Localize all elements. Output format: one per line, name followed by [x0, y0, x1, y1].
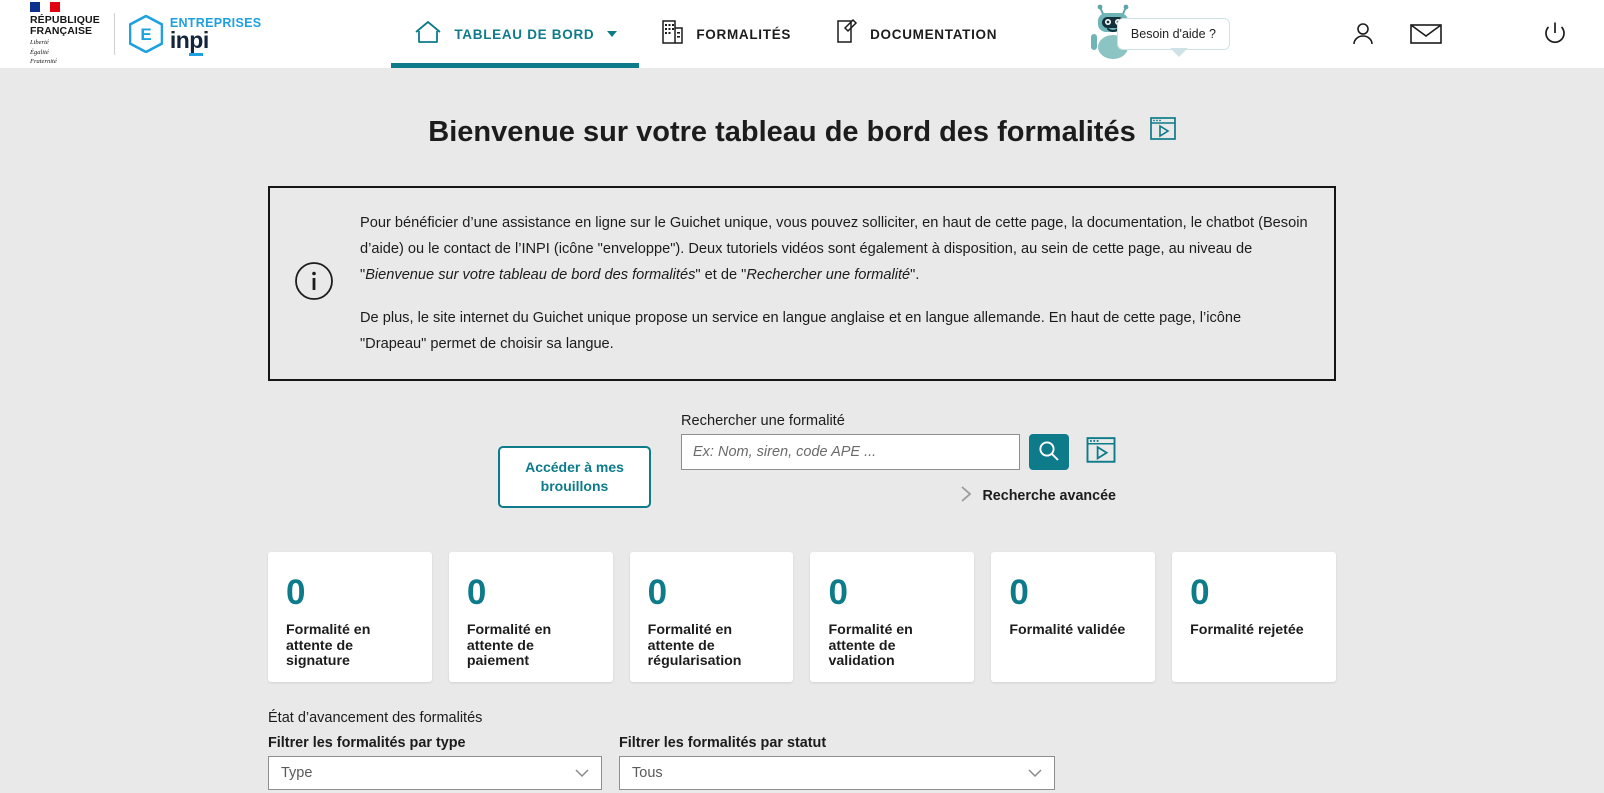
filter-status-label: Filtrer les formalités par statut — [619, 735, 1055, 751]
main-content: Bienvenue sur votre tableau de bord des … — [0, 68, 1604, 790]
card-value: 0 — [828, 574, 958, 612]
french-flag-mini-icon — [30, 2, 60, 12]
page-title-text: Bienvenue sur votre tableau de bord des … — [428, 116, 1135, 149]
nav-label-documentation: DOCUMENTATION — [870, 27, 997, 42]
filter-status-select[interactable]: Tous — [619, 756, 1055, 790]
card-label: Formalité validée — [1009, 623, 1139, 639]
card-label: Formalité rejetée — [1190, 623, 1320, 639]
info-paragraph-2: De plus, le site internet du Guichet uni… — [360, 305, 1308, 357]
video-tutorial-icon[interactable] — [1150, 116, 1176, 149]
nav-item-documentation[interactable]: DOCUMENTATION — [813, 0, 1019, 68]
info-p1-b: " et de " — [695, 267, 746, 283]
card-label: Formalité en attente de validation — [828, 623, 958, 670]
power-logout-icon[interactable] — [1542, 21, 1568, 47]
card-formalite-rejetee[interactable]: 0 Formalité rejetée — [1172, 552, 1336, 682]
chevron-down-icon — [1028, 766, 1042, 781]
envelope-contact-icon[interactable] — [1410, 22, 1442, 46]
filter-status-value: Tous — [632, 765, 663, 781]
filter-type-group: Filtrer les formalités par type Type — [268, 735, 602, 790]
card-formalite-attente-validation[interactable]: 0 Formalité en attente de validation — [810, 552, 974, 682]
logo-divider — [114, 13, 115, 55]
search-line — [681, 434, 1116, 470]
filters-row: Filtrer les formalités par type Type Fil… — [268, 735, 1336, 790]
advanced-search-link[interactable]: Recherche avancée — [681, 484, 1116, 508]
info-banner-text: Pour bénéficier d’une assistance en lign… — [360, 210, 1308, 357]
nav-label-tableau-de-bord: TABLEAU DE BORD — [454, 27, 594, 42]
nav-item-tableau-de-bord[interactable]: TABLEAU DE BORD — [391, 0, 639, 68]
chevron-right-icon — [959, 484, 973, 508]
search-icon — [1038, 440, 1060, 465]
card-formalite-attente-regularisation[interactable]: 0 Formalité en attente de régularisation — [630, 552, 794, 682]
logo-block: RÉPUBLIQUE FRANÇAISE Liberté Égalité Fra… — [0, 2, 261, 66]
inpi-in: in — [170, 27, 189, 53]
inpi-wordmark: inpi — [170, 29, 262, 51]
svg-text:E: E — [140, 25, 151, 44]
devise-liberte: Liberté — [30, 39, 100, 47]
filters-section: État d’avancement des formalités Filtrer… — [268, 710, 1336, 790]
card-label: Formalité en attente de signature — [286, 623, 416, 670]
filter-status-group: Filtrer les formalités par statut Tous — [619, 735, 1055, 790]
french-flag-language-icon[interactable] — [1476, 23, 1508, 45]
card-value: 0 — [648, 574, 778, 612]
info-paragraph-1: Pour bénéficier d’une assistance en lign… — [360, 210, 1308, 288]
site-header: RÉPUBLIQUE FRANÇAISE Liberté Égalité Fra… — [0, 0, 1604, 68]
card-value: 0 — [286, 574, 416, 612]
filter-type-value: Type — [281, 765, 312, 781]
info-p1-c: ". — [910, 267, 919, 283]
chatbot-bubble[interactable]: Besoin d'aide ? — [1117, 18, 1230, 50]
chevron-down-icon[interactable] — [607, 31, 617, 37]
hexagon-e-icon: E — [129, 15, 163, 53]
card-value: 0 — [1190, 574, 1320, 612]
card-formalite-attente-signature[interactable]: 0 Formalité en attente de signature — [268, 552, 432, 682]
search-button[interactable] — [1029, 434, 1069, 470]
nav-item-formalites[interactable]: FORMALITÉS — [639, 0, 813, 68]
status-cards: 0 Formalité en attente de signature 0 Fo… — [268, 552, 1336, 682]
filters-caption: État d’avancement des formalités — [268, 710, 1336, 726]
nav-label-formalites: FORMALITÉS — [696, 27, 791, 42]
filter-type-select[interactable]: Type — [268, 756, 602, 790]
page-title: Bienvenue sur votre tableau de bord des … — [0, 68, 1604, 149]
document-pencil-icon — [835, 18, 859, 51]
search-group: Rechercher une formalité — [681, 413, 1116, 508]
search-input[interactable] — [681, 434, 1020, 470]
header-right-zone: Besoin d'aide ? — [1089, 0, 1604, 68]
info-p1-em2: Rechercher une formalité — [746, 267, 910, 283]
card-value: 0 — [467, 574, 597, 612]
chatbot-label: Besoin d'aide ? — [1131, 27, 1216, 41]
chatbot-widget[interactable]: Besoin d'aide ? — [1089, 4, 1230, 65]
info-p1-em1: Bienvenue sur votre tableau de bord des … — [365, 267, 695, 283]
advanced-search-label: Recherche avancée — [982, 488, 1116, 504]
inpi-i: i — [203, 27, 209, 53]
card-label: Formalité en attente de régularisation — [648, 623, 778, 670]
info-banner: Pour bénéficier d’une assistance en lign… — [268, 186, 1336, 381]
access-drafts-button[interactable]: Accéder à mes brouillons — [498, 446, 651, 508]
devise-fraternite: Fraternité — [30, 58, 100, 66]
inpi-p: p — [189, 27, 203, 56]
building-icon — [661, 18, 685, 51]
republique-francaise-logo: RÉPUBLIQUE FRANÇAISE Liberté Égalité Fra… — [30, 2, 100, 66]
filter-type-label: Filtrer les formalités par type — [268, 735, 602, 751]
video-tutorial-icon — [1086, 437, 1116, 467]
devise-egalite: Égalité — [30, 49, 100, 57]
card-label: Formalité en attente de paiement — [467, 623, 597, 670]
inpi-entreprises-logo[interactable]: E ENTREPRISES inpi — [129, 15, 262, 53]
user-account-icon[interactable] — [1350, 21, 1376, 47]
home-icon — [413, 18, 443, 51]
main-navigation: TABLEAU DE BORD FORMALITÉS DOCUMENTATION — [391, 0, 1019, 68]
header-icon-group — [1350, 21, 1604, 47]
search-video-tutorial-button[interactable] — [1078, 437, 1116, 467]
card-formalite-validee[interactable]: 0 Formalité validée — [991, 552, 1155, 682]
search-label: Rechercher une formalité — [681, 413, 1116, 429]
chevron-down-icon — [575, 766, 589, 781]
republic-line-2: FRANÇAISE — [30, 26, 100, 37]
card-value: 0 — [1009, 574, 1139, 612]
search-row: Accéder à mes brouillons Rechercher une … — [268, 413, 1336, 508]
info-circle-icon — [294, 261, 334, 306]
card-formalite-attente-paiement[interactable]: 0 Formalité en attente de paiement — [449, 552, 613, 682]
